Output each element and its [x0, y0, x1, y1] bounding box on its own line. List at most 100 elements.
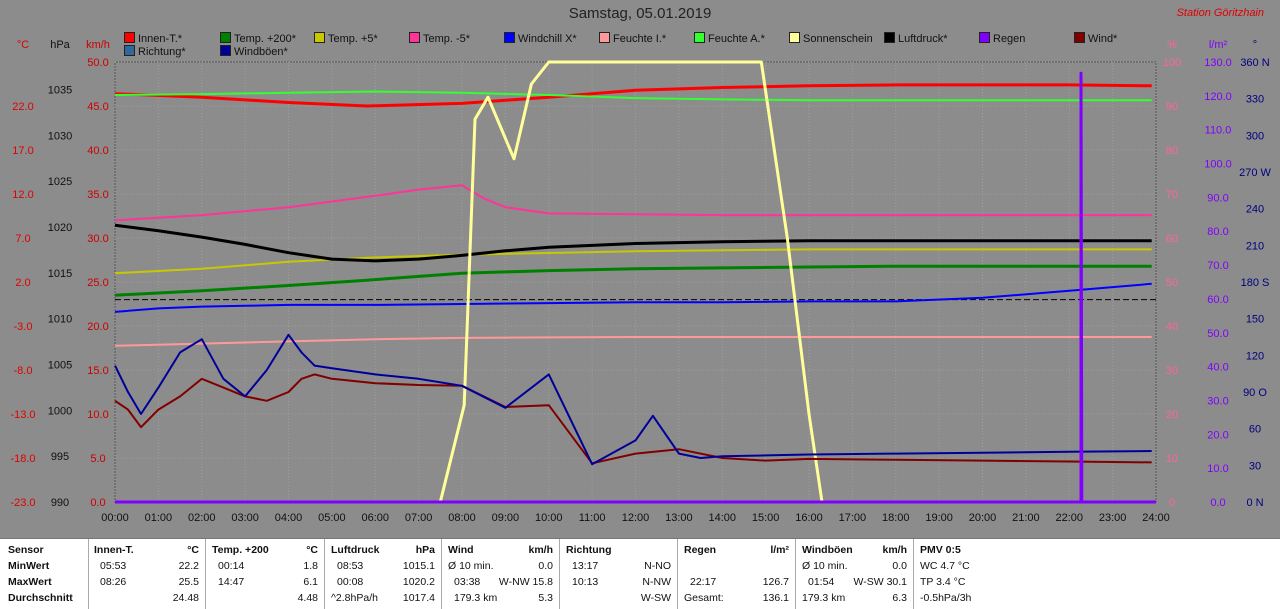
chart-title: Samstag, 05.01.2019 — [568, 5, 712, 22]
x-tick-label: 06:00 — [361, 512, 389, 524]
y-tick-label-hum: 10 — [1166, 453, 1178, 465]
y-tick-label-wind: 15.0 — [87, 365, 108, 377]
legend-swatch — [124, 45, 135, 56]
stat-value: 10:13 — [572, 576, 599, 588]
y-tick-label-dir: 240 — [1246, 204, 1264, 216]
stat-value: TP 3.4 °C — [920, 576, 966, 588]
stat-value: 179.3 km — [802, 592, 846, 604]
legend-swatch — [504, 32, 515, 43]
stat-value: W-SW — [640, 592, 671, 604]
stat-head: Innen-T. — [94, 544, 134, 556]
stat-col-innen: Innen-T. °C 05:53 22.2 08:26 25.5 24.48 — [88, 539, 206, 609]
stat-unit: km/h — [882, 544, 907, 556]
stat-value: Gesamt: — [684, 592, 724, 604]
stat-value: 25.5 — [178, 576, 199, 588]
stat-col-wind: Wind km/h Ø 10 min. 0.0 03:38 W-NW 15.8 … — [442, 539, 560, 609]
y-tick-label-temp: -8.0 — [14, 365, 33, 377]
stat-col-pmv: PMV 0:5 WC 4.7 °C TP 3.4 °C -0.5hPa/3h — [914, 539, 1034, 609]
legend-swatch — [979, 32, 990, 43]
y-tick-label-wind: 25.0 — [87, 277, 108, 289]
y-tick-label-temp: 17.0 — [12, 145, 33, 157]
y-tick-label-dir: 90 O — [1243, 387, 1267, 399]
stat-col-temp200: Temp. +200 °C 00:14 1.8 14:47 6.1 4.48 — [206, 539, 325, 609]
stat-head: Richtung — [566, 544, 612, 556]
stat-head: Windböen — [802, 544, 853, 556]
stat-row-label: Durchschnitt — [8, 592, 73, 604]
stat-value: -0.5hPa/3h — [920, 592, 972, 604]
y-tick-label-wind: 30.0 — [87, 233, 108, 245]
legend-swatch — [884, 32, 895, 43]
y-tick-label-hum: 0 — [1169, 497, 1175, 509]
x-tick-label: 15:00 — [752, 512, 780, 524]
legend-swatch — [789, 32, 800, 43]
stat-value: 08:53 — [337, 560, 364, 572]
legend-sonnenschein: Sonnenschein — [789, 32, 873, 45]
stat-value: W-SW 30.1 — [853, 576, 907, 588]
stat-value: 1017.4 — [402, 592, 435, 604]
x-tick-label: 05:00 — [318, 512, 346, 524]
stat-value: W-NW 15.8 — [498, 576, 553, 588]
stat-value: 1020.2 — [402, 576, 435, 588]
stat-unit: hPa — [415, 544, 435, 556]
stat-value: 179.3 km — [454, 592, 498, 604]
y-tick-label-temp: -13.0 — [10, 409, 35, 421]
legend-luftdruck: Luftdruck* — [884, 32, 948, 45]
y-tick-label-temp: -23.0 — [10, 497, 35, 509]
x-tick-label: 11:00 — [579, 512, 606, 524]
y-tick-label-dir: 270 W — [1239, 167, 1271, 179]
y-tick-label-press: 1020 — [48, 222, 72, 234]
y-tick-label-press: 1000 — [48, 405, 72, 417]
stat-value: N-NO — [644, 560, 671, 572]
y-tick-label-press: 1035 — [48, 85, 72, 97]
stat-value: 1.8 — [303, 560, 318, 572]
x-tick-label: 18:00 — [882, 512, 910, 524]
stat-value: 6.1 — [303, 576, 318, 588]
legend-swatch — [409, 32, 420, 43]
legend-innen: Innen-T.* — [124, 32, 182, 45]
stat-head: Regen — [684, 544, 717, 556]
x-tick-label: 19:00 — [925, 512, 953, 524]
y-tick-label-press: 1015 — [48, 268, 72, 280]
stat-value: 136.1 — [762, 592, 789, 604]
legend-swatch — [599, 32, 610, 43]
legend-temp200: Temp. +200* — [220, 32, 296, 45]
legend-temp5: Temp. +5* — [314, 32, 378, 45]
y-tick-label-wind: 0.0 — [90, 497, 105, 509]
y-tick-label-rain: 20.0 — [1207, 429, 1228, 441]
y-tick-label-press: 990 — [51, 497, 69, 509]
x-tick-label: 04:00 — [275, 512, 303, 524]
legend-temp-5: Temp. -5* — [409, 32, 470, 45]
stat-value: Ø 10 min. — [802, 560, 848, 572]
y-tick-label-temp: -3.0 — [14, 321, 33, 333]
legend-regen: Regen — [979, 32, 1025, 45]
stat-value: 24.48 — [172, 592, 199, 604]
stat-value: 14:47 — [218, 576, 245, 588]
stat-value: N-NW — [642, 576, 671, 588]
x-tick-label: 09:00 — [492, 512, 520, 524]
stat-value: 13:17 — [572, 560, 599, 572]
y-tick-label-rain: 130.0 — [1204, 57, 1232, 69]
x-tick-label: 03:00 — [231, 512, 259, 524]
stat-value: 00:14 — [218, 560, 245, 572]
y-tick-label-hum: 90 — [1166, 101, 1178, 113]
stat-value: ^2.8hPa/h — [331, 592, 378, 604]
stat-value: 5.3 — [538, 592, 553, 604]
y-tick-label-dir: 330 — [1246, 94, 1264, 106]
y-tick-label-wind: 40.0 — [87, 145, 108, 157]
y-tick-label-hum: 100 — [1163, 57, 1181, 69]
y-tick-label-wind: 10.0 — [87, 409, 108, 421]
stat-head: Wind — [448, 544, 474, 556]
x-tick-label: 13:00 — [665, 512, 693, 524]
y-tick-label-dir: 60 — [1249, 424, 1261, 436]
legend-windchill: Windchill X* — [504, 32, 577, 45]
axis-unit-dir: ° — [1253, 39, 1257, 51]
x-tick-label: 23:00 — [1099, 512, 1127, 524]
stat-unit: °C — [306, 544, 318, 556]
axis-unit-wind: km/h — [86, 39, 110, 51]
axis-unit-press: hPa — [50, 39, 70, 51]
stat-value: 22.2 — [178, 560, 199, 572]
stat-row-label: MinWert — [8, 560, 50, 572]
y-tick-label-hum: 70 — [1166, 189, 1178, 201]
legend-windboeen: Windböen* — [220, 45, 288, 58]
y-tick-label-hum: 60 — [1166, 233, 1178, 245]
